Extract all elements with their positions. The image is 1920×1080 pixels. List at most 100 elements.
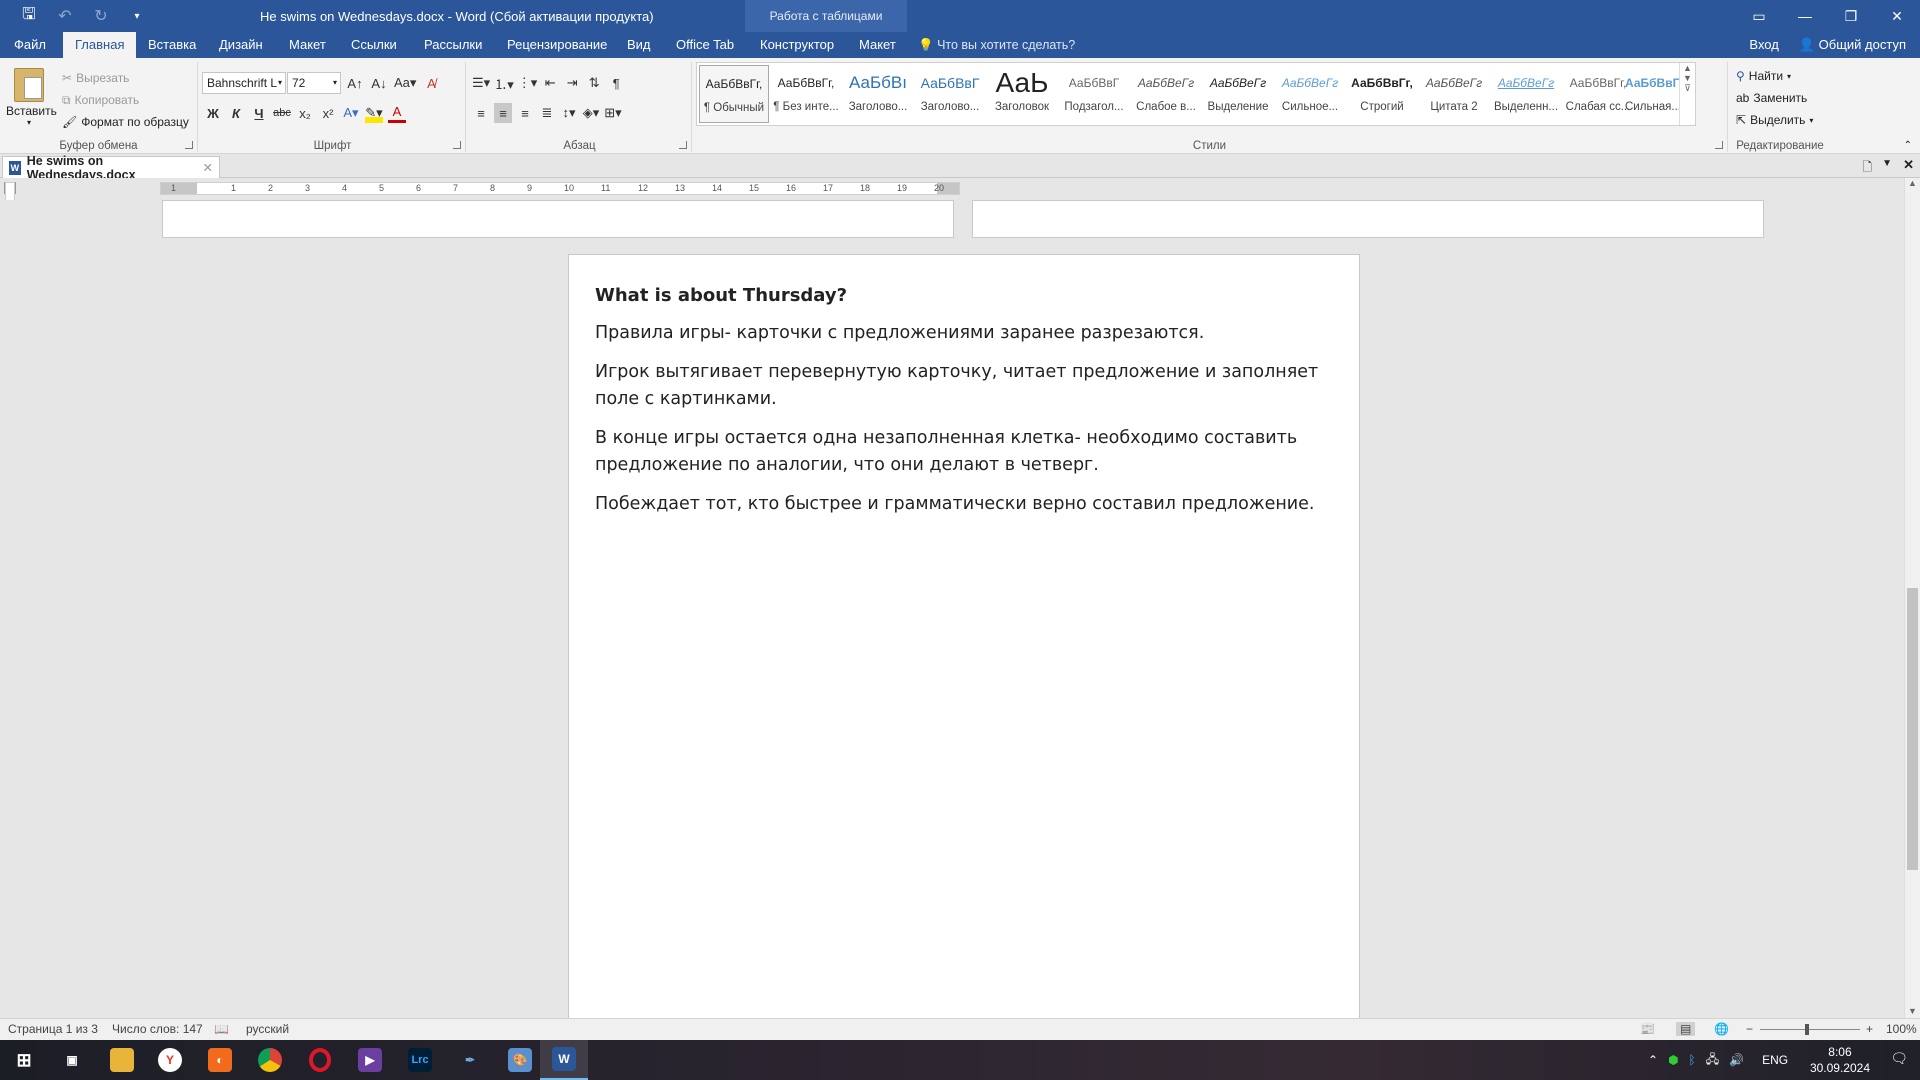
close-button[interactable]: ✕ [1874,0,1920,32]
shading-icon[interactable]: ◈▾ [582,103,600,123]
subscript-button[interactable]: x₂ [296,103,314,123]
clear-formatting-icon[interactable]: A̸ [422,73,440,93]
ribbon-display-options-icon[interactable]: ▭ [1736,0,1782,32]
taskbar-opera[interactable] [296,1040,344,1080]
taskbar-yandex[interactable]: Y [146,1040,194,1080]
horizontal-ruler[interactable]: 1 1 2 3 4 5 6 7 8 9 10 11 12 13 14 15 16 17 18 19 20 [160,182,960,195]
web-layout-icon[interactable]: 🌐 [1714,1022,1729,1036]
zoom-in-icon[interactable]: + [1866,1022,1873,1036]
undo-icon[interactable]: ↶ [54,5,76,27]
styles-dialog-launcher[interactable] [1715,141,1723,149]
document-tab[interactable]: W He swims on Wednesdays.docx ✕ [2,154,220,182]
find-button[interactable]: ⚲ Найти ▾ [1736,66,1791,86]
taskbar-lightroom[interactable]: Lrc [396,1040,444,1080]
text-effects-icon[interactable]: A▾ [342,103,360,123]
scroll-up-icon[interactable]: ▲ [1905,178,1920,188]
clipboard-dialog-launcher[interactable] [185,141,193,149]
minimize-button[interactable]: — [1782,0,1828,32]
tab-mailings[interactable]: Рассылки [414,32,492,58]
paragraph-dialog-launcher[interactable] [679,141,687,149]
tab-references[interactable]: Ссылки [341,32,407,58]
justify-icon[interactable]: ≣ [538,103,556,123]
input-language[interactable]: ENG [1762,1053,1788,1067]
cut-button[interactable]: ✂ Вырезать [62,68,129,88]
tab-home[interactable]: Главная [63,32,137,58]
vertical-scrollbar[interactable]: ▲ ▼ [1904,178,1920,1018]
document-page[interactable]: What is about Thursday? Правила игры- ка… [568,254,1360,1018]
taskbar-app-paint[interactable]: 🎨 [496,1040,544,1080]
taskbar-app-orange[interactable]: ◐ [196,1040,244,1080]
close-tab-icon[interactable]: ✕ [203,160,213,175]
bold-button[interactable]: Ж [204,103,222,123]
font-dialog-launcher[interactable] [453,141,461,149]
highlight-color-icon[interactable]: ✎▾ [365,103,383,123]
collapse-ribbon-icon[interactable]: ⌃ [1904,140,1912,151]
tab-table-design[interactable]: Конструктор [750,32,844,58]
tab-layout[interactable]: Макет [279,32,336,58]
print-layout-icon[interactable]: ▤ [1676,1022,1696,1036]
notifications-icon[interactable]: 🗨 [1890,1050,1908,1067]
tell-me-box[interactable]: 💡 Что вы хотите сделать? [918,32,1075,58]
italic-button[interactable]: К [227,103,245,123]
grow-font-icon[interactable]: A↑ [346,73,364,93]
taskbar-app-pen[interactable]: ✒ [446,1040,494,1080]
tab-list-icon[interactable]: ▼ [1882,158,1892,169]
bullets-icon[interactable]: ☰▾ [472,73,490,93]
volume-icon[interactable]: 🔊 [1729,1053,1744,1067]
shrink-font-icon[interactable]: A↓ [370,73,388,93]
redo-icon[interactable]: ↻ [90,5,112,27]
borders-icon[interactable]: ⊞▾ [604,103,622,123]
decrease-indent-icon[interactable]: ⇤ [541,73,559,93]
strikethrough-button[interactable]: abc [273,103,291,123]
tray-overflow-icon[interactable]: ⌃ [1648,1053,1658,1067]
tab-office-tab[interactable]: Office Tab [666,32,744,58]
tab-design[interactable]: Дизайн [209,32,273,58]
align-left-icon[interactable]: ≡ [472,103,490,123]
change-case-icon[interactable]: Aa▾ [394,73,416,93]
start-button[interactable]: ⊞ [0,1040,48,1080]
zoom-slider[interactable] [1760,1029,1860,1030]
tab-file[interactable]: Файл [4,32,56,58]
tab-view[interactable]: Вид [617,32,661,58]
taskbar-word[interactable]: W [540,1040,588,1080]
zoom-out-icon[interactable]: − [1746,1022,1753,1036]
zoom-level[interactable]: 100% [1886,1022,1917,1036]
close-all-icon[interactable]: ✕ [1903,157,1914,173]
select-button[interactable]: ⇱ Выделить ▾ [1736,110,1813,130]
page-count[interactable]: Страница 1 из 3 [8,1022,98,1036]
underline-button[interactable]: Ч [250,103,268,123]
restore-button[interactable]: ❐ [1828,0,1874,32]
taskbar-video-app[interactable]: ▶ [346,1040,394,1080]
customize-quick-access-icon[interactable]: ▾ [126,5,148,27]
font-name-box[interactable]: Bahnschrift L ▾ [202,72,286,94]
sort-icon[interactable]: ⇅ [585,73,603,93]
proofing-icon[interactable]: 📖 [214,1022,229,1036]
share-button[interactable]: 👤 Общий доступ [1799,32,1906,58]
save-icon[interactable]: 🖫 [18,5,40,27]
line-spacing-icon[interactable]: ↕▾ [560,103,578,123]
align-center-icon[interactable]: ≡ [494,103,512,123]
copy-button[interactable]: ⧉ Копировать [62,90,139,110]
font-size-box[interactable]: 72 ▾ [287,72,341,94]
numbering-icon[interactable]: ⒈▾ [494,73,514,93]
font-color-icon[interactable]: A [388,103,406,123]
align-right-icon[interactable]: ≡ [516,103,534,123]
scroll-down-icon[interactable]: ▼ [1905,1006,1920,1016]
replace-button[interactable]: ab Заменить [1736,88,1807,108]
clock[interactable]: 8:06 30.09.2024 [1810,1044,1870,1076]
tab-insert[interactable]: Вставка [138,32,206,58]
sign-in-link[interactable]: Вход [1749,32,1778,58]
task-view-button[interactable]: ▣ [48,1040,96,1080]
network-icon[interactable]: 🖧 [1706,1050,1719,1071]
word-count[interactable]: Число слов: 147 [112,1022,203,1036]
paste-button[interactable]: Вставить ▾ [6,66,57,136]
bluetooth-icon[interactable]: ᛒ [1689,1053,1696,1067]
new-document-icon[interactable]: 🗋 [1862,158,1872,179]
increase-indent-icon[interactable]: ⇥ [563,73,581,93]
multilevel-list-icon[interactable]: ⋮▾ [518,73,538,93]
taskbar-explorer[interactable] [98,1040,146,1080]
format-painter-button[interactable]: 🖌 Формат по образцу [62,112,189,132]
show-formatting-marks-icon[interactable]: ¶ [607,73,625,93]
kaspersky-icon[interactable]: ⬢ [1668,1053,1678,1067]
zoom-slider-handle[interactable] [1805,1024,1809,1035]
